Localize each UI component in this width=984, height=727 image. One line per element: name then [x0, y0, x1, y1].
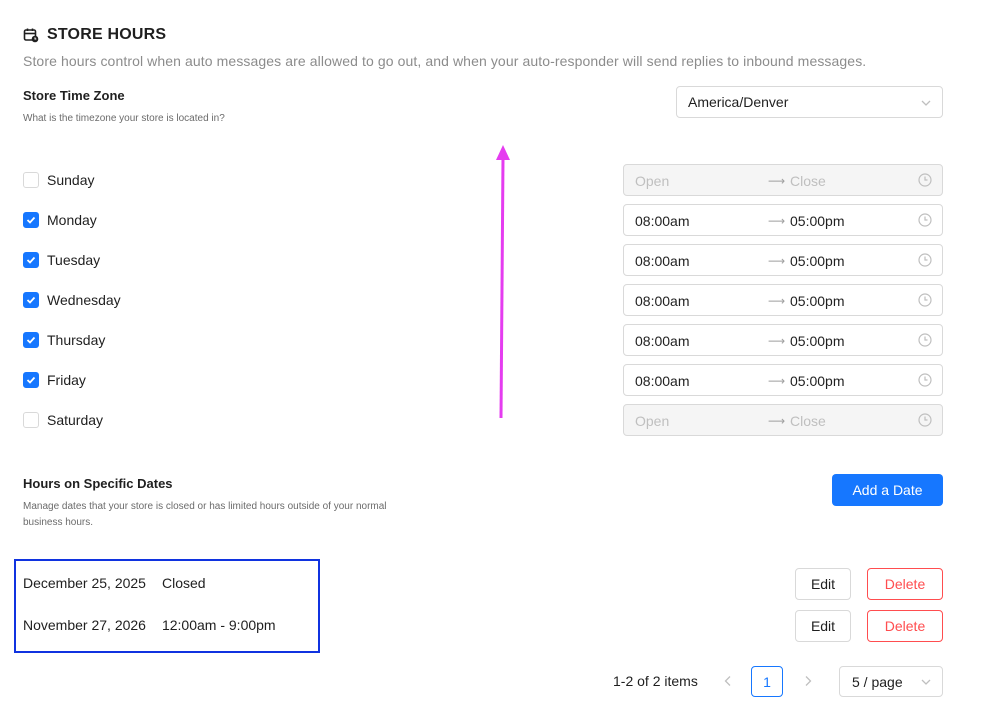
- checkmark-icon: [26, 216, 36, 224]
- timezone-help-text: What is the timezone your store is locat…: [23, 113, 225, 124]
- wednesday-checkbox[interactable]: [23, 292, 39, 308]
- close-time-input[interactable]: 05:00pm: [790, 293, 844, 309]
- specific-date-hours: 12:00am - 9:00pm: [161, 617, 276, 633]
- section-header: STORE HOURS: [23, 26, 166, 44]
- saturday-checkbox[interactable]: [23, 412, 39, 428]
- chevron-down-icon: [920, 675, 932, 691]
- open-time-input: Open: [635, 173, 670, 189]
- page-size-value: 5 / page: [852, 673, 903, 690]
- arrow-right-icon: ⟶: [768, 174, 786, 188]
- close-time-input[interactable]: 05:00pm: [790, 333, 844, 349]
- page-subtitle: Store hours control when auto messages a…: [23, 53, 867, 69]
- page-title: STORE HOURS: [47, 26, 167, 43]
- open-time-input: Open: [635, 413, 670, 429]
- chevron-right-icon[interactable]: [800, 672, 816, 690]
- chevron-left-icon[interactable]: [720, 672, 736, 690]
- day-label: Wednesday: [47, 292, 121, 308]
- day-row-sunday: Sunday Open ⟶ Close: [23, 164, 943, 196]
- specific-date: December 25, 2025: [23, 575, 146, 591]
- day-label: Friday: [47, 372, 86, 388]
- clock-icon: [918, 173, 932, 190]
- add-date-button[interactable]: Add a Date: [832, 474, 943, 506]
- clock-icon: [918, 413, 932, 430]
- pagination-total: 1-2 of 2 items: [613, 673, 698, 689]
- annotation-highlight-box: [14, 559, 320, 653]
- clock-icon: [918, 293, 932, 310]
- open-time-input[interactable]: 08:00am: [635, 333, 689, 349]
- day-label: Sunday: [47, 172, 95, 188]
- checkmark-icon: [26, 256, 36, 264]
- close-time-input[interactable]: 05:00pm: [790, 253, 844, 269]
- specific-dates-help-text: Manage dates that your store is closed o…: [23, 501, 387, 528]
- checkmark-icon: [26, 296, 36, 304]
- close-time-input: Close: [790, 173, 826, 189]
- open-time-input[interactable]: 08:00am: [635, 373, 689, 389]
- delete-button[interactable]: Delete: [867, 568, 943, 600]
- day-row-wednesday: Wednesday 08:00am ⟶ 05:00pm: [23, 284, 943, 316]
- timezone-select[interactable]: America/Denver: [676, 86, 943, 118]
- specific-dates-label: Hours on Specific Dates: [23, 476, 173, 491]
- edit-button[interactable]: Edit: [795, 610, 851, 642]
- timezone-value: America/Denver: [688, 94, 789, 110]
- wednesday-time-range[interactable]: 08:00am ⟶ 05:00pm: [623, 284, 943, 316]
- friday-checkbox[interactable]: [23, 372, 39, 388]
- specific-date-hours: Closed: [161, 575, 206, 591]
- clock-icon: [918, 373, 932, 390]
- calendar-clock-icon: [23, 27, 39, 43]
- page-number-button[interactable]: 1: [751, 666, 783, 697]
- close-time-input[interactable]: 05:00pm: [790, 213, 844, 229]
- close-time-input[interactable]: 05:00pm: [790, 373, 844, 389]
- open-time-input[interactable]: 08:00am: [635, 213, 689, 229]
- chevron-down-icon: [920, 96, 932, 112]
- arrow-right-icon: ⟶: [768, 254, 786, 268]
- arrow-right-icon: ⟶: [768, 214, 786, 228]
- day-row-friday: Friday 08:00am ⟶ 05:00pm: [23, 364, 943, 396]
- specific-date-row: December 25, 2025 Closed: [23, 575, 206, 591]
- arrow-right-icon: ⟶: [768, 334, 786, 348]
- close-time-input: Close: [790, 413, 826, 429]
- arrow-right-icon: ⟶: [768, 414, 786, 428]
- page-size-select[interactable]: 5 / page: [839, 666, 943, 697]
- day-label: Saturday: [47, 412, 104, 428]
- monday-checkbox[interactable]: [23, 212, 39, 228]
- specific-date: November 27, 2026: [23, 617, 146, 633]
- edit-button[interactable]: Edit: [795, 568, 851, 600]
- specific-date-row: November 27, 2026 12:00am - 9:00pm: [23, 617, 276, 633]
- delete-button[interactable]: Delete: [867, 610, 943, 642]
- tuesday-checkbox[interactable]: [23, 252, 39, 268]
- sunday-time-range: Open ⟶ Close: [623, 164, 943, 196]
- clock-icon: [918, 253, 932, 270]
- open-time-input[interactable]: 08:00am: [635, 293, 689, 309]
- thursday-time-range[interactable]: 08:00am ⟶ 05:00pm: [623, 324, 943, 356]
- friday-time-range[interactable]: 08:00am ⟶ 05:00pm: [623, 364, 943, 396]
- arrow-right-icon: ⟶: [768, 374, 786, 388]
- open-time-input[interactable]: 08:00am: [635, 253, 689, 269]
- checkmark-icon: [26, 336, 36, 344]
- day-row-thursday: Thursday 08:00am ⟶ 05:00pm: [23, 324, 943, 356]
- day-label: Monday: [47, 212, 97, 228]
- day-label: Tuesday: [47, 252, 101, 268]
- day-row-monday: Monday 08:00am ⟶ 05:00pm: [23, 204, 943, 236]
- clock-icon: [918, 213, 932, 230]
- arrow-right-icon: ⟶: [768, 294, 786, 308]
- thursday-checkbox[interactable]: [23, 332, 39, 348]
- day-label: Thursday: [47, 332, 106, 348]
- day-row-saturday: Saturday Open ⟶ Close: [23, 404, 943, 436]
- day-row-tuesday: Tuesday 08:00am ⟶ 05:00pm: [23, 244, 943, 276]
- checkmark-icon: [26, 376, 36, 384]
- tuesday-time-range[interactable]: 08:00am ⟶ 05:00pm: [623, 244, 943, 276]
- timezone-label: Store Time Zone: [23, 88, 125, 103]
- saturday-time-range: Open ⟶ Close: [623, 404, 943, 436]
- monday-time-range[interactable]: 08:00am ⟶ 05:00pm: [623, 204, 943, 236]
- sunday-checkbox[interactable]: [23, 172, 39, 188]
- clock-icon: [918, 333, 932, 350]
